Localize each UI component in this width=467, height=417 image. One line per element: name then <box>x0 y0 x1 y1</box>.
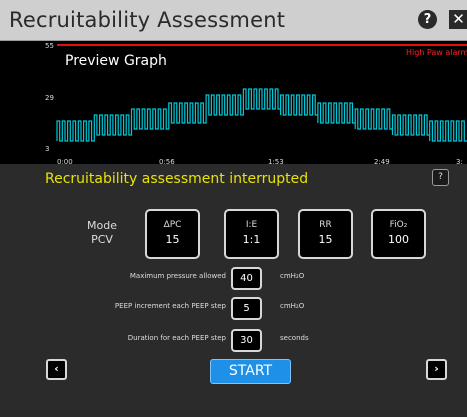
status-message: Recruitability assessment interrupted <box>45 171 309 187</box>
next-button[interactable]: › <box>426 359 447 380</box>
high-paw-alarm-label: High Paw alarm <box>406 48 467 57</box>
graph-title: Preview Graph <box>65 53 167 69</box>
ventilation-mode: Mode PCV <box>82 219 122 247</box>
param-value: 15 <box>165 233 180 246</box>
max-pressure-row: Maximum pressure allowed 40 cmH₂O <box>0 267 467 290</box>
setting-label: Maximum pressure allowed <box>129 272 226 280</box>
param-value: 100 <box>388 233 409 246</box>
param-name: I:E <box>245 220 258 230</box>
mode-value: PCV <box>91 233 113 246</box>
param-fio2-button[interactable]: FiO₂ 100 <box>371 209 426 259</box>
param-name: ΔPC <box>163 220 182 230</box>
mode-label: Mode <box>87 219 117 232</box>
previous-button[interactable]: ‹ <box>46 359 67 380</box>
question-circle-icon[interactable]: ? <box>418 10 437 29</box>
param-delta-pc-button[interactable]: ΔPC 15 <box>145 209 200 259</box>
y-tick-label: 3 <box>45 145 50 153</box>
x-tick-label: 3: <box>456 158 463 166</box>
info-help-button[interactable]: ? <box>432 169 449 186</box>
x-tick-label: 0:56 <box>159 158 175 166</box>
param-name: FiO₂ <box>389 220 408 230</box>
y-tick-label: 29 <box>45 94 54 102</box>
peep-increment-row: PEEP increment each PEEP step 5 cmH₂O <box>0 297 467 320</box>
title-bar: Recruitability Assessment ? ✕ <box>0 0 467 41</box>
start-button[interactable]: START <box>210 359 291 384</box>
setting-label: Duration for each PEEP step <box>127 334 226 342</box>
x-tick-label: 2:49 <box>374 158 390 166</box>
param-value: 15 <box>318 233 333 246</box>
close-icon[interactable]: ✕ <box>449 10 467 29</box>
setting-unit: cmH₂O <box>280 272 305 280</box>
peep-increment-input[interactable]: 5 <box>231 297 262 320</box>
y-tick-label: 55 <box>45 42 54 50</box>
setting-unit: cmH₂O <box>280 302 305 310</box>
peep-duration-input[interactable]: 30 <box>231 329 262 352</box>
param-value: 1:1 <box>242 233 261 246</box>
param-rr-button[interactable]: RR 15 <box>298 209 353 259</box>
param-ie-ratio-button[interactable]: I:E 1:1 <box>224 209 279 259</box>
x-tick-label: 0:00 <box>57 158 73 166</box>
max-pressure-input[interactable]: 40 <box>231 267 262 290</box>
window-title: Recruitability Assessment <box>9 8 286 32</box>
x-tick-label: 1:53 <box>268 158 284 166</box>
pressure-trace-series <box>56 88 467 142</box>
param-name: RR <box>319 220 332 230</box>
peep-duration-row: Duration for each PEEP step 30 seconds <box>0 329 467 352</box>
setting-label: PEEP increment each PEEP step <box>114 302 226 310</box>
preview-graph: Preview Graph High Paw alarm 55 29 3 0:0… <box>0 41 467 166</box>
setting-unit: seconds <box>280 334 309 342</box>
